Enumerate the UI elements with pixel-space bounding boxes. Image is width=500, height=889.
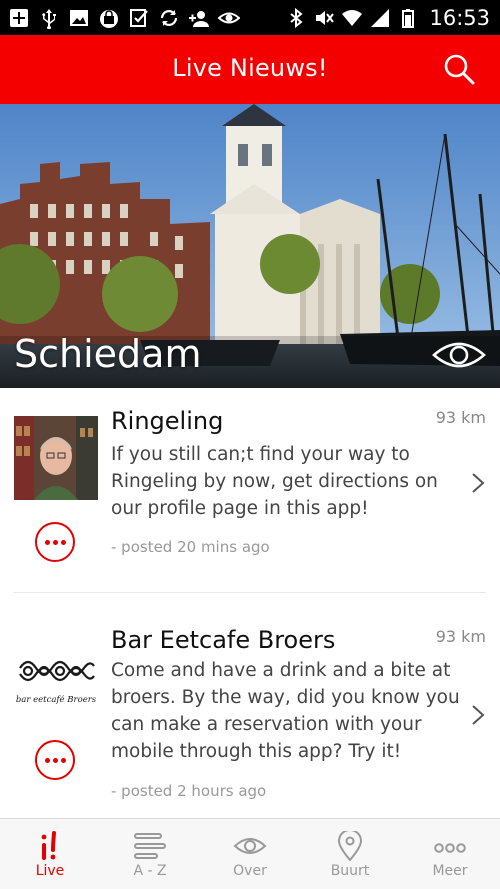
nav-tab-live[interactable]: Live (0, 819, 100, 889)
search-button[interactable] (442, 52, 476, 86)
wifi-icon (341, 7, 363, 29)
dot (52, 539, 58, 545)
page-title: Live Nieuws! (172, 54, 328, 82)
feed-item-timestamp: - posted 2 hours ago (111, 782, 267, 800)
app-header: Live Nieuws! (0, 35, 500, 104)
usb-icon (38, 7, 60, 29)
divider (14, 592, 486, 593)
eye-icon (218, 7, 240, 29)
feed-item-thumbnail: bar eetcafé Broers (14, 640, 98, 724)
eye-icon (432, 342, 486, 368)
feed-item-body: If you still can;t find your way to Ring… (111, 444, 438, 519)
feed-item-title: Bar Eetcafe Broers (111, 626, 336, 654)
battery-icon (397, 7, 419, 29)
list-icon (134, 833, 166, 859)
feed-item-distance: 93 km (435, 627, 486, 646)
dot (44, 539, 50, 545)
clock: 16:53 (429, 5, 490, 30)
dot (60, 757, 66, 763)
nav-tab-meer[interactable]: Meer (400, 819, 500, 889)
image-icon (68, 7, 90, 29)
bottom-navigation: Live A - Z Over Buurt Meer (0, 818, 500, 889)
more-options-button[interactable] (35, 522, 75, 562)
nav-label: Live (35, 863, 65, 879)
profile-photo (14, 416, 98, 500)
nav-label: Meer (432, 863, 468, 879)
dot (52, 757, 58, 763)
eye-icon (233, 838, 267, 854)
nav-label: Over (233, 863, 267, 879)
nav-tab-over[interactable]: Over (200, 819, 300, 889)
signal-icon (369, 7, 391, 29)
add-person-icon (188, 7, 210, 29)
nav-label: A - Z (133, 863, 167, 879)
nav-tab-a-z[interactable]: A - Z (100, 819, 200, 889)
feed-item[interactable]: Ringeling 93 km If you still can;t find … (14, 404, 486, 584)
checklist-icon (128, 7, 150, 29)
feed-item-distance: 93 km (435, 408, 486, 427)
chevron-right-icon (472, 473, 485, 493)
nav-label: Buurt (330, 863, 370, 879)
search-icon (444, 54, 475, 85)
feed-item-timestamp: - posted 20 mins ago (111, 538, 270, 556)
feed-item-thumbnail (14, 416, 98, 500)
more-options-button[interactable] (35, 740, 75, 780)
logo-text: bar eetcafé Broers (16, 694, 97, 705)
system-icons: 16:53 (285, 0, 490, 35)
bag-icon (98, 7, 120, 29)
location-pin-icon (337, 831, 363, 861)
feed-item[interactable]: bar eetcafé Broers Bar Eetcafe Broers 93… (14, 622, 486, 812)
add-box-icon (8, 7, 30, 29)
bluetooth-icon (285, 7, 307, 29)
sync-icon (158, 7, 180, 29)
dot (60, 539, 66, 545)
live-icon (41, 831, 56, 860)
status-bar: 16:53 (0, 0, 500, 35)
notification-icons (8, 0, 240, 35)
more-icon (434, 843, 466, 853)
follow-city-button[interactable] (432, 338, 486, 372)
city-name: Schiedam (14, 332, 202, 376)
business-logo: bar eetcafé Broers (14, 640, 98, 724)
feed-item-body: Come and have a drink and a bite at broe… (111, 660, 460, 762)
dot (44, 757, 50, 763)
chevron-right-icon (472, 705, 485, 725)
nav-tab-buurt[interactable]: Buurt (300, 819, 400, 889)
feed-item-title: Ringeling (111, 407, 224, 435)
mute-icon (313, 7, 335, 29)
